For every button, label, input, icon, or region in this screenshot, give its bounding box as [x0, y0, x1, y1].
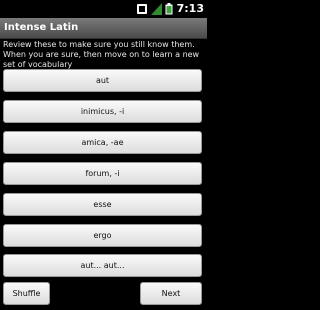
next-button[interactable]: Next	[140, 282, 202, 305]
word-button-forum[interactable]: forum, -i	[3, 162, 202, 185]
screen: 7:13 Intense Latin Review these to make …	[0, 0, 207, 310]
status-time: 7:13	[176, 2, 204, 15]
word-button-aut[interactable]: aut	[3, 69, 202, 92]
battery-icon	[165, 0, 173, 19]
status-icons	[136, 2, 173, 15]
word-button-inimicus[interactable]: inimicus, -i	[3, 100, 202, 123]
shuffle-button[interactable]: Shuffle	[3, 282, 50, 305]
signal-icon	[151, 0, 162, 19]
app-title: Intense Latin	[4, 22, 79, 33]
word-button-aut-aut[interactable]: aut... aut...	[3, 254, 202, 277]
word-button-amica[interactable]: amica, -ae	[3, 131, 202, 154]
app-title-bar: Intense Latin	[0, 18, 207, 39]
word-button-ergo[interactable]: ergo	[3, 224, 202, 247]
word-button-esse[interactable]: esse	[3, 193, 202, 216]
status-bar: 7:13	[0, 0, 207, 18]
instructions-text: Review these to make sure you still know…	[3, 40, 200, 69]
notification-icon	[136, 0, 148, 19]
